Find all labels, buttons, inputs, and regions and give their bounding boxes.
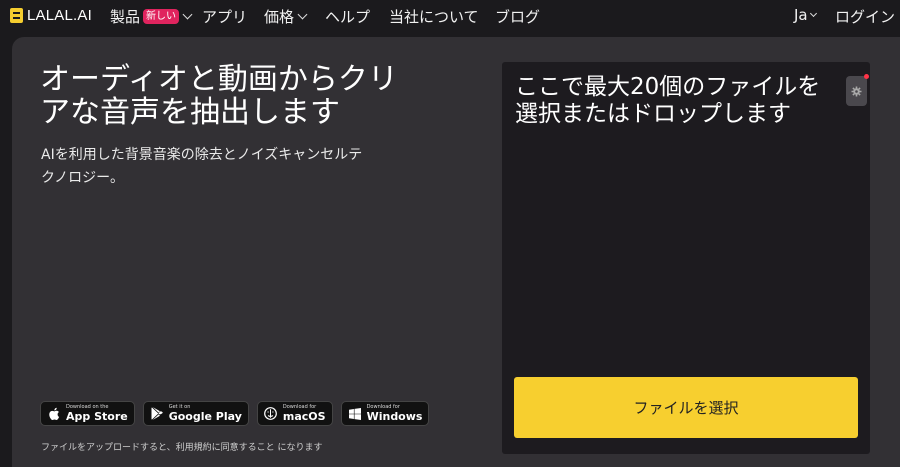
drop-zone-title: ここで最大20個のファイルを選択またはドロップします: [515, 74, 821, 127]
store-big-text: Windows: [366, 410, 423, 423]
top-nav: LALAL.AI 製品 新しい アプリ 価格 ヘルプ 当社について ブログ Ja…: [0, 0, 900, 32]
nav-help-label: ヘルプ: [325, 8, 371, 26]
nav-blog[interactable]: ブログ: [495, 6, 540, 27]
hero-headline: オーディオと動画からクリアな音声を抽出します: [40, 62, 398, 130]
nav-products[interactable]: 製品 新しい: [110, 6, 193, 27]
hero-subtext: AIを利用した背景音楽の除去とノイズキャンセルテクノロジー。: [41, 147, 363, 186]
store-buttons: Download on the App Store Get it on Goog…: [40, 401, 430, 426]
gear-icon: [851, 82, 862, 101]
macos-icon: [264, 407, 278, 421]
language-label: Ja: [794, 6, 808, 24]
logo-icon: [10, 8, 23, 23]
logo-text: LALAL.AI: [27, 7, 92, 24]
google-play-button[interactable]: Get it on Google Play: [142, 401, 249, 426]
nav-pricing-label: 価格: [264, 8, 295, 26]
macos-button[interactable]: Download for macOS: [256, 401, 333, 426]
chevron-down-icon: [297, 9, 308, 20]
login-label: ログイン: [835, 8, 896, 26]
nav-apps-label: アプリ: [202, 8, 248, 26]
app-store-button[interactable]: Download on the App Store: [40, 401, 135, 426]
settings-button[interactable]: [846, 74, 869, 106]
store-big-text: App Store: [66, 410, 128, 423]
notification-dot: [864, 74, 869, 79]
apple-icon: [47, 407, 61, 421]
nav-apps[interactable]: アプリ: [202, 6, 247, 27]
select-files-button[interactable]: ファイルを選択: [514, 377, 858, 438]
store-big-text: macOS: [282, 410, 326, 423]
logo[interactable]: LALAL.AI: [10, 7, 92, 24]
chevron-down-icon: [182, 9, 193, 20]
nav-pricing[interactable]: 価格: [264, 6, 308, 27]
nav-products-label: 製品: [110, 8, 141, 26]
windows-icon: [348, 407, 362, 421]
google-play-icon: [150, 407, 164, 421]
nav-blog-label: ブログ: [495, 8, 541, 26]
nav-about[interactable]: 当社について: [389, 6, 479, 27]
chevron-down-icon: [809, 9, 817, 18]
terms-disclaimer: ファイルをアップロードすると、利用規約に同意すること になります: [41, 443, 323, 453]
nav-help[interactable]: ヘルプ: [325, 6, 370, 27]
windows-button[interactable]: Download for Windows: [340, 401, 430, 426]
store-big-text: Google Play: [168, 410, 242, 423]
nav-about-label: 当社について: [389, 8, 479, 26]
language-selector[interactable]: Ja: [794, 6, 817, 24]
hero-card: オーディオと動画からクリアな音声を抽出します AIを利用した背景音楽の除去とノイ…: [12, 37, 900, 467]
new-badge: 新しい: [143, 9, 180, 24]
login-link[interactable]: ログイン: [835, 6, 895, 27]
file-drop-zone[interactable]: ここで最大20個のファイルを選択またはドロップします ファイルを選択: [502, 62, 870, 454]
